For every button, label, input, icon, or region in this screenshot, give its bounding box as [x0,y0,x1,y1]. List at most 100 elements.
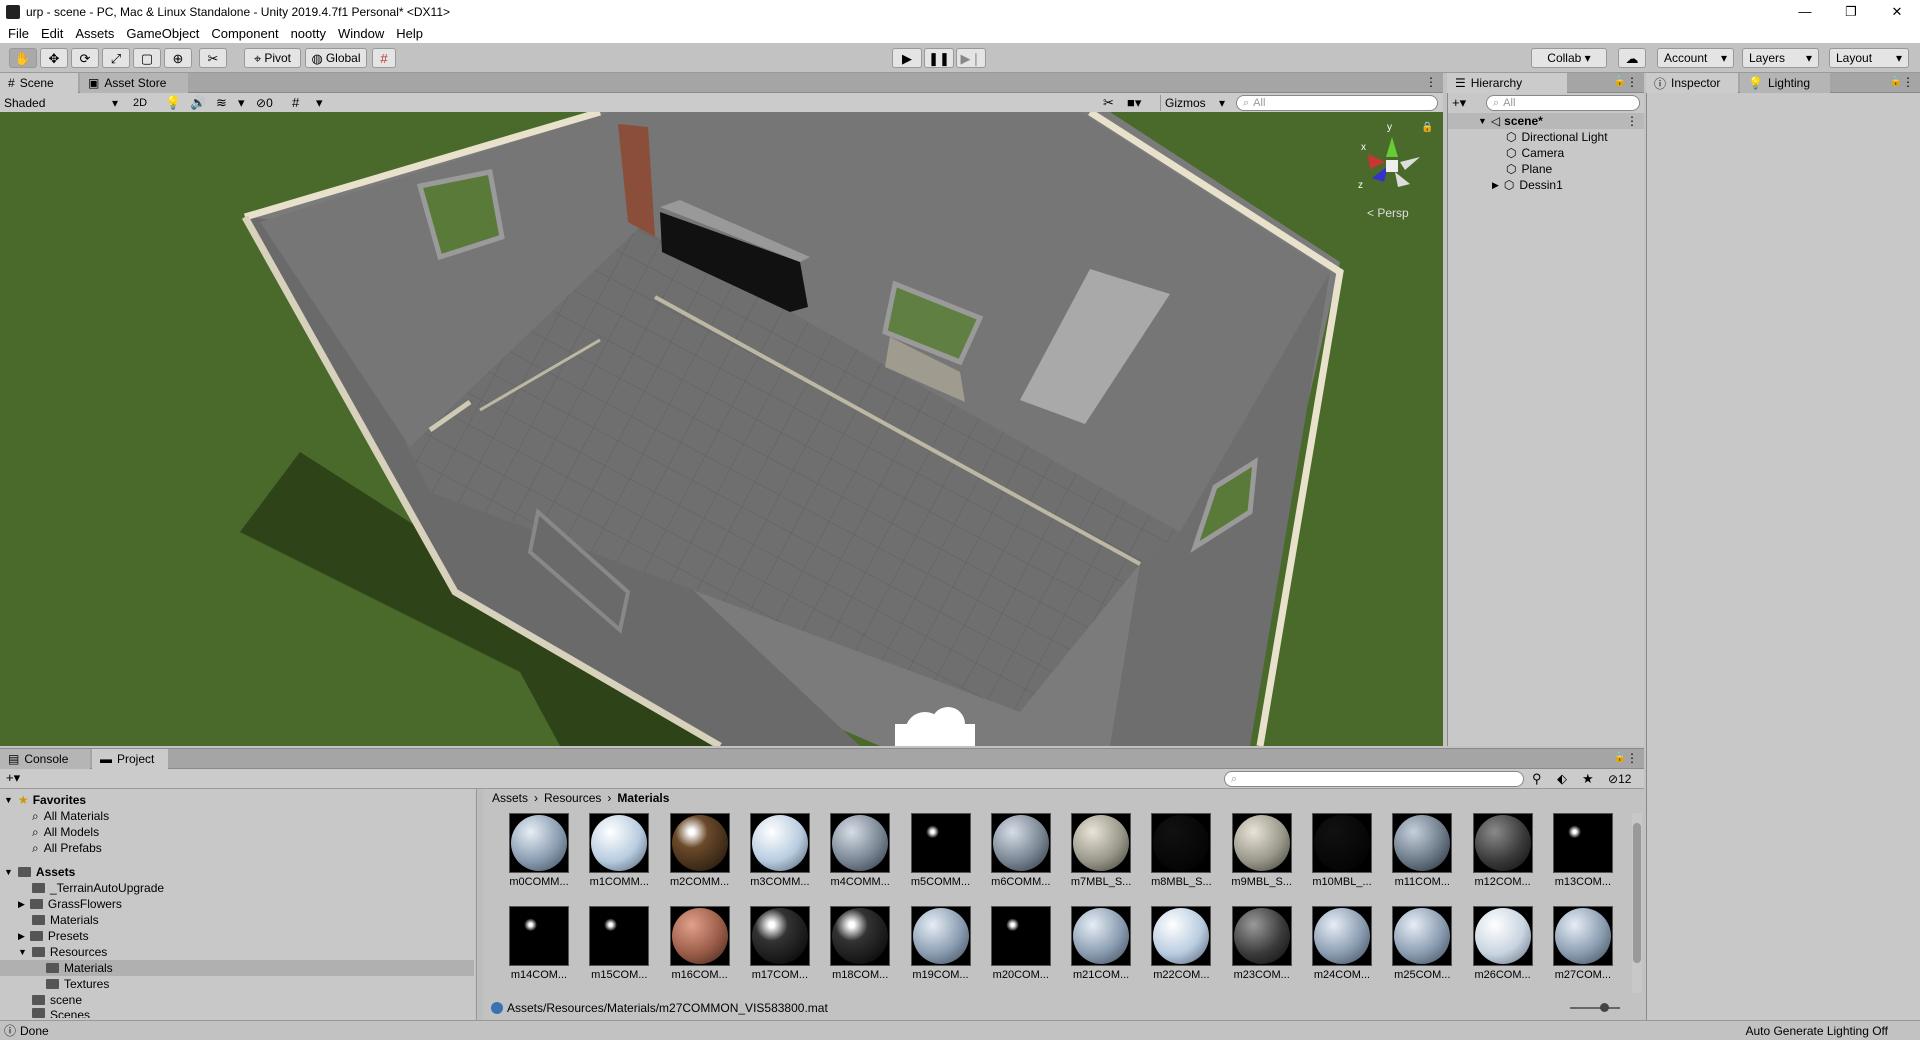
grid-icon[interactable]: # [292,96,299,109]
tab-inspector[interactable]: ⓘ Inspector [1646,73,1738,93]
minimize-button[interactable]: — [1782,0,1828,23]
lighting-status[interactable]: Auto Generate Lighting Off [1745,1024,1888,1038]
create-button[interactable]: +▾ [6,770,20,786]
material-item[interactable]: m23COM... [1230,906,1294,986]
material-item[interactable]: m9MBL_S... [1230,813,1294,893]
material-item[interactable]: m3COMM... [748,813,812,893]
shading-mode-dropdown[interactable]: Shaded ▾ [4,95,122,111]
folder-item[interactable]: scene [32,992,82,1008]
move-tool-button[interactable]: ✥ [40,48,68,68]
favorites-row[interactable]: ▼ ★ Favorites [4,792,86,808]
global-toggle[interactable]: ◍ Global [305,48,367,68]
scene-search-input[interactable]: ⌕ All [1236,95,1438,111]
layers-dropdown[interactable]: Layers ▾ [1742,48,1819,68]
material-item[interactable]: m21COM... [1069,906,1133,986]
material-item[interactable]: m27COM... [1551,906,1615,986]
collab-dropdown[interactable]: Collab ▾ [1531,48,1607,68]
material-item[interactable]: m0COMM... [507,813,571,893]
material-item[interactable]: m5COMM... [909,813,973,893]
scale-tool-button[interactable]: ⤢ [102,48,130,68]
assets-row[interactable]: ▼ Assets [4,864,75,880]
menu-component[interactable]: Component [207,26,286,41]
breadcrumb-item-current[interactable]: Materials [617,791,669,805]
custom-tool-button[interactable]: ✂ [199,48,227,68]
folder-item[interactable]: Scenes [32,1008,90,1018]
account-dropdown[interactable]: Account ▾ [1657,48,1734,68]
hierarchy-item[interactable]: ⬡ Camera [1448,145,1564,161]
tab-lighting[interactable]: 💡 Lighting [1740,73,1830,93]
star-icon[interactable]: ★ [1582,772,1594,785]
material-item[interactable]: m19COM... [909,906,973,986]
tab-asset-store[interactable]: ▣ Asset Store [80,73,188,93]
rotate-tool-button[interactable]: ⟳ [71,48,99,68]
material-item[interactable]: m26COM... [1471,906,1535,986]
folder-item[interactable]: Textures [46,976,109,992]
material-item[interactable]: m12COM... [1471,813,1535,893]
menu-edit[interactable]: Edit [37,26,71,41]
label-icon[interactable]: ⬖ [1557,772,1567,785]
lock-icon[interactable]: 🔒 [1614,752,1626,763]
panel-menu-icon[interactable]: ⋮ [1425,75,1437,89]
folder-item-selected[interactable]: Materials [0,960,474,976]
menu-file[interactable]: File [4,26,37,41]
hidden-objects-toggle[interactable]: ⊘ 0 [256,96,273,110]
tab-hierarchy[interactable]: ☰ Hierarchy [1447,73,1567,93]
project-search-input[interactable]: ⌕ [1224,771,1524,787]
scene-menu-icon[interactable]: ⋮ [1626,114,1638,128]
favorite-item[interactable]: ⌕ All Materials [32,808,109,824]
pivot-toggle[interactable]: ⌖ Pivot [244,48,301,68]
pause-button[interactable]: ❚❚ [924,48,954,68]
tab-scene[interactable]: # Scene [0,73,78,93]
tree-scrollbar[interactable] [476,789,483,1021]
panel-menu-icon[interactable]: ⋮ [1626,75,1638,89]
material-item[interactable]: m24COM... [1310,906,1374,986]
menu-help[interactable]: Help [392,26,431,41]
material-item[interactable]: m4COMM... [828,813,892,893]
panel-menu-icon[interactable]: ⋮ [1626,751,1638,765]
material-item[interactable]: m8MBL_S... [1149,813,1213,893]
folder-item[interactable]: ▶ GrassFlowers [18,896,122,912]
material-item[interactable]: m2COMM... [668,813,732,893]
material-item[interactable]: m11COM... [1390,813,1454,893]
effects-icon[interactable]: ≋ [216,96,227,109]
lock-icon[interactable]: 🔒 [1421,122,1433,133]
hierarchy-item[interactable]: ⬡ Directional Light [1448,129,1608,145]
lock-icon[interactable]: 🔒 [1614,76,1626,87]
hand-tool-button[interactable]: ✋ [9,48,37,68]
tools-icon[interactable]: ✂ [1103,96,1114,109]
hidden-packages-toggle[interactable]: ⊘ 12 [1608,772,1631,786]
breadcrumb-item[interactable]: Assets [492,791,528,805]
menu-nootty[interactable]: nootty [287,26,334,41]
hierarchy-item[interactable]: ⬡ Plane [1448,161,1552,177]
menu-gameobject[interactable]: GameObject [122,26,207,41]
material-item[interactable]: m1COMM... [587,813,651,893]
hierarchy-item[interactable]: ▶ ⬡ Dessin1 [1448,177,1563,193]
material-item[interactable]: m20COM... [989,906,1053,986]
restore-button[interactable]: ❐ [1828,0,1874,23]
cloud-button[interactable]: ☁ [1618,48,1646,68]
breadcrumb-item[interactable]: Resources [544,791,601,805]
play-button[interactable]: ▶ [892,48,922,68]
lightbulb-icon[interactable]: 💡 [165,96,181,109]
gizmos-dropdown[interactable]: Gizmos ▾ [1160,95,1225,111]
toggle-2d-button[interactable]: 2D [128,95,152,111]
panel-menu-icon[interactable]: ⋮ [1902,75,1914,89]
material-item[interactable]: m10MBL_... [1310,813,1374,893]
favorite-item[interactable]: ⌕ All Models [32,824,99,840]
chevron-down-icon[interactable]: ▾ [238,96,245,109]
grid-scrollbar[interactable] [1632,813,1642,993]
icon-size-slider-thumb[interactable] [1600,1003,1609,1012]
material-item[interactable]: m17COM... [748,906,812,986]
folder-item[interactable]: _TerrainAutoUpgrade [32,880,164,896]
material-item[interactable]: m25COM... [1390,906,1454,986]
material-item[interactable]: m6COMM... [989,813,1053,893]
material-item[interactable]: m14COM... [507,906,571,986]
favorite-item[interactable]: ⌕ All Prefabs [32,840,102,856]
step-button[interactable]: ▶❘ [956,48,986,68]
material-item[interactable]: m15COM... [587,906,651,986]
persp-label[interactable]: < Persp [1367,206,1409,220]
material-item[interactable]: m18COM... [828,906,892,986]
camera-icon[interactable]: ■▾ [1127,96,1141,109]
chevron-down-icon[interactable]: ▾ [316,96,323,109]
material-item[interactable]: m16COM... [668,906,732,986]
